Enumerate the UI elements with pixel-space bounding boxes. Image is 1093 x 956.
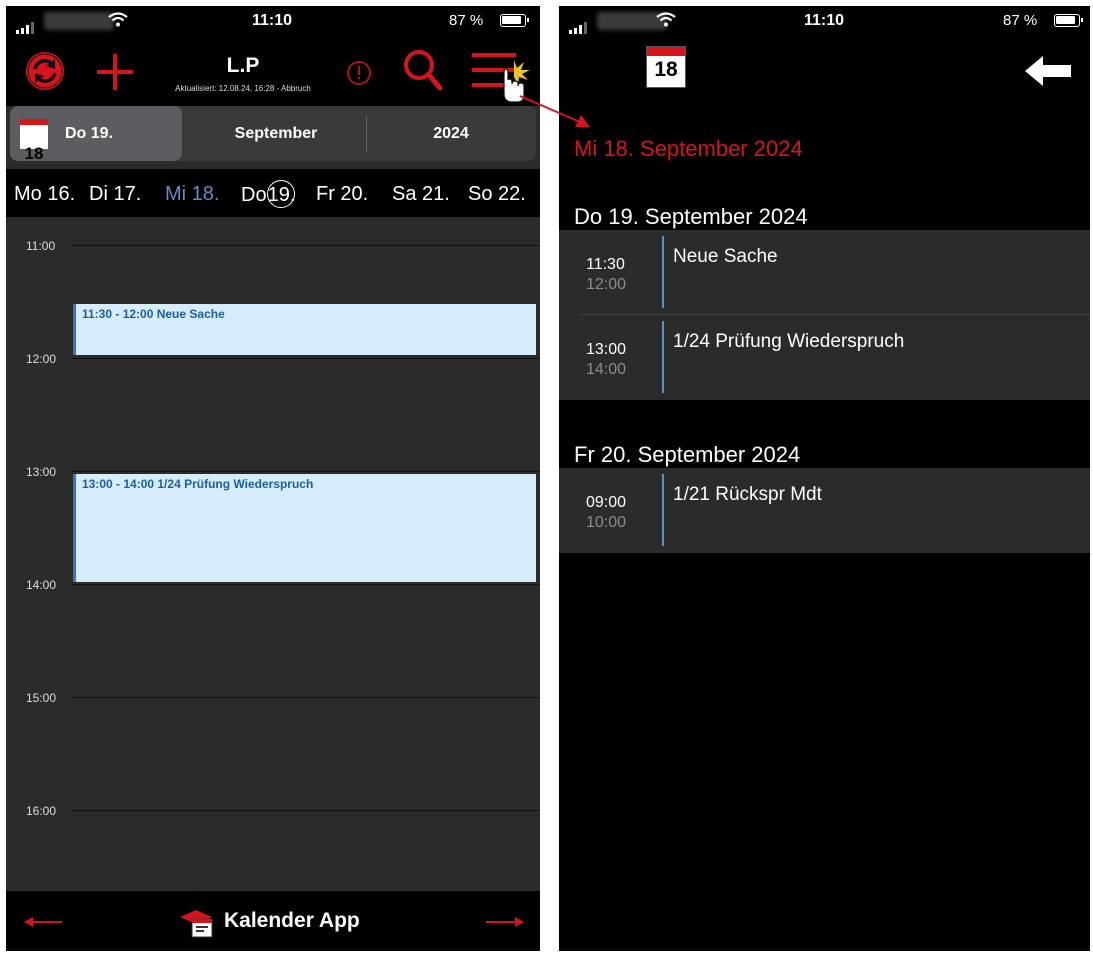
item-color-bar: [662, 474, 664, 546]
carrier-blur: [44, 12, 114, 30]
weekday-sa[interactable]: Sa 21.: [392, 183, 450, 206]
item-color-bar: [662, 321, 664, 393]
list-item[interactable]: 11:30 12:00 Neue Sache: [559, 230, 1090, 315]
day-timeline[interactable]: 11:00 12:00 13:00 14:00 15:00 16:00 11:3…: [6, 217, 540, 890]
app-header: L.P Aktualisiert: 12.08.24, 16:28 - Abbr…: [6, 34, 540, 106]
month-segment[interactable]: September: [190, 106, 362, 161]
battery-percent: 87 %: [449, 12, 484, 29]
weekday-so[interactable]: So 22.: [468, 183, 526, 206]
section-heading: Fr 20. September 2024: [574, 442, 801, 467]
week-strip: Mo 16. Di 17. Mi 18. Do19. Fr 20. Sa 21.…: [6, 169, 540, 217]
weekday-mo[interactable]: Mo 16.: [14, 183, 75, 206]
right-screen: 11:10 87 % 18 Mi 18. September 2024 Do 1…: [559, 6, 1090, 951]
list-item[interactable]: 09:00 10:00 1/21 Rückspr Mdt: [559, 468, 1090, 553]
app-name: Kalender App: [224, 909, 360, 932]
battery-icon: [500, 14, 529, 27]
search-icon[interactable]: [402, 48, 444, 92]
selected-date-heading: Mi 18. September 2024: [574, 136, 803, 161]
event-neue-sache[interactable]: 11:30 - 12:00 Neue Sache: [73, 304, 536, 355]
status-bar: 11:10 87 %: [6, 6, 540, 34]
prev-arrow-icon[interactable]: [24, 915, 64, 929]
battery-percent: 87 %: [1003, 12, 1038, 29]
item-title: Neue Sache: [673, 246, 778, 267]
item-color-bar: [662, 236, 664, 308]
wifi-icon: [108, 12, 128, 27]
item-title: 1/24 Prüfung Wiederspruch: [673, 331, 905, 352]
signal-icon: [16, 16, 36, 34]
calendar-icon: 18: [20, 119, 48, 163]
menu-icon[interactable]: [470, 48, 534, 106]
item-title: 1/21 Rückspr Mdt: [673, 484, 822, 505]
kalender-app-logo-icon: [180, 910, 213, 938]
date-selector: 18 Do 19. September 2024: [10, 106, 536, 163]
day-label: Do 19.: [65, 125, 114, 142]
left-screen: 11:10 87 % L.P Aktualisiert: 12.08.24, 1…: [6, 6, 540, 951]
agenda-section: 09:00 10:00 1/21 Rückspr Mdt: [559, 468, 1090, 553]
header-title-block: L.P Aktualisiert: 12.08.24, 16:28 - Abbr…: [156, 34, 330, 93]
plus-icon[interactable]: [94, 51, 136, 93]
signal-icon: [569, 16, 589, 34]
next-arrow-icon[interactable]: [484, 915, 524, 929]
item-end-time: 12:00: [586, 276, 627, 293]
status-time: 11:10: [252, 12, 293, 29]
weekday-do-label: Do: [241, 184, 267, 206]
update-status: Aktualisiert: 12.08.24, 16:28 - Abbruch: [175, 84, 311, 93]
day-segment[interactable]: 18 Do 19.: [10, 106, 182, 163]
list-item[interactable]: 13:00 14:00 1/24 Prüfung Wiederspruch: [559, 315, 1090, 400]
weekday-mi-today[interactable]: Mi 18.: [165, 183, 219, 206]
calendar-today-icon[interactable]: 18: [646, 46, 686, 88]
page-title: L.P: [226, 54, 260, 77]
item-end-time: 14:00: [586, 361, 627, 378]
agenda-section: 11:30 12:00 Neue Sache 13:00 14:00 1/24 …: [559, 230, 1090, 400]
item-start-time: 11:30: [586, 256, 625, 273]
sync-icon[interactable]: [24, 50, 66, 92]
wifi-icon: [656, 12, 676, 27]
alert-icon[interactable]: [346, 60, 372, 86]
back-arrow-icon[interactable]: [1025, 56, 1073, 86]
weekday-fr[interactable]: Fr 20.: [316, 183, 368, 206]
status-time: 11:10: [804, 12, 845, 29]
event-pruefung-wiederspruch[interactable]: 13:00 - 14:00 1/24 Prüfung Wiederspruch: [73, 474, 536, 582]
list-header: 18: [559, 34, 1090, 104]
section-heading: Do 19. September 2024: [574, 204, 808, 229]
battery-icon: [1054, 14, 1083, 27]
status-bar: 11:10 87 %: [559, 6, 1090, 34]
weekday-di[interactable]: Di 17.: [89, 183, 141, 206]
year-segment[interactable]: 2024: [366, 106, 536, 161]
item-start-time: 09:00: [586, 494, 627, 511]
item-start-time: 13:00: [586, 341, 627, 358]
item-end-time: 10:00: [586, 514, 627, 531]
selected-day-circle: 19.: [266, 180, 295, 208]
bottom-bar: Kalender App: [6, 891, 540, 951]
weekday-do-selected[interactable]: Do19.: [241, 180, 295, 208]
